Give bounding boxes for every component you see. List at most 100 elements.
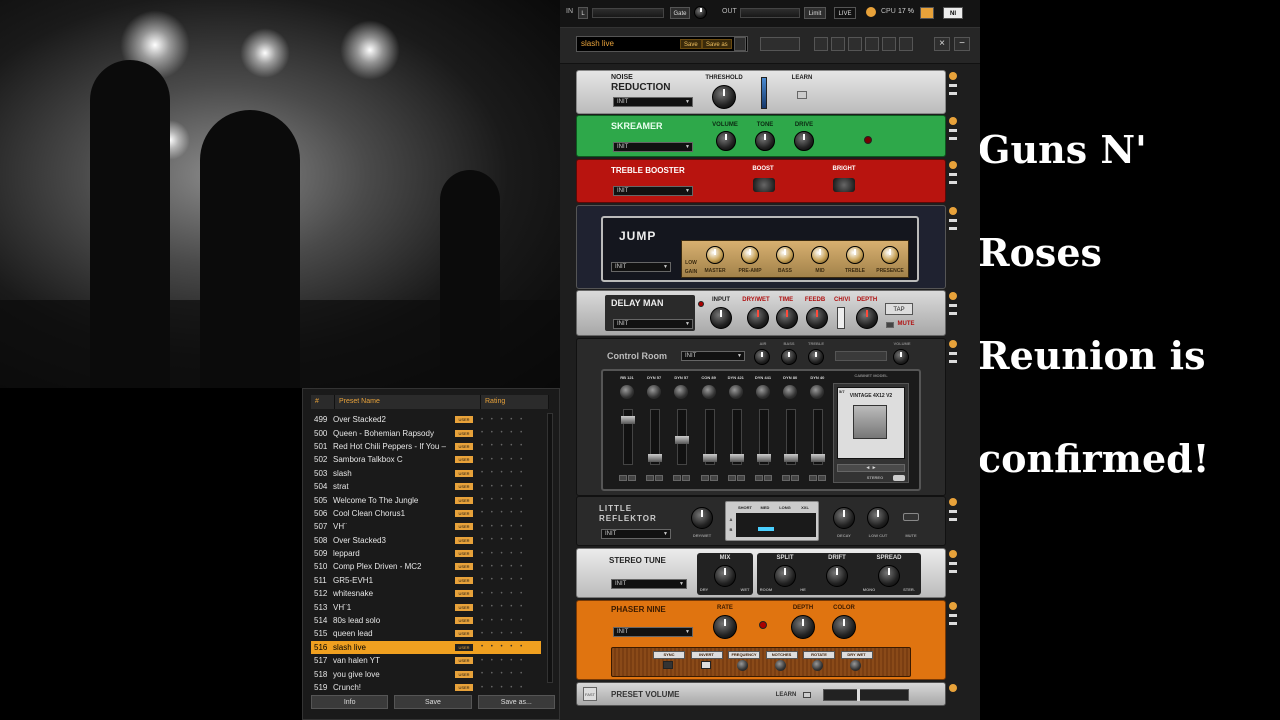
- reflektor-preset-dropdown[interactable]: INIT: [601, 529, 671, 539]
- preset-volume-thumb[interactable]: [857, 689, 860, 701]
- reflektor-selected-cell[interactable]: [758, 527, 774, 531]
- preset-row[interactable]: 509 leppard USER • • • • •: [311, 547, 541, 560]
- stereo-preset-dropdown[interactable]: INIT: [611, 579, 687, 589]
- presence-knob[interactable]: [881, 246, 899, 264]
- channel-fader[interactable]: [621, 409, 635, 465]
- preset-row[interactable]: 508 Over Stacked3 USER • • • • •: [311, 534, 541, 547]
- preset-row[interactable]: 516 slash live USER • • • • •: [311, 640, 541, 655]
- preset-row[interactable]: 504 strat USER • • • • •: [311, 480, 541, 493]
- skreamer-drive-knob[interactable]: [794, 131, 814, 151]
- rating-stars[interactable]: • • • • •: [481, 497, 525, 503]
- preset-row[interactable]: 511 GR5-EVH1 USER • • • • •: [311, 574, 541, 587]
- invert-toggle[interactable]: [700, 661, 711, 669]
- delay-mute-button[interactable]: [886, 322, 894, 328]
- drift-knob[interactable]: [826, 565, 848, 587]
- channel-solo-button[interactable]: [736, 475, 745, 481]
- reflektor-drywet-knob[interactable]: [691, 507, 713, 529]
- preset-row[interactable]: 518 you give love USER • • • • •: [311, 667, 541, 680]
- channel-pan-knob[interactable]: [620, 385, 634, 399]
- channel-fader[interactable]: [702, 409, 717, 465]
- stereo-side-controls[interactable]: [949, 550, 959, 578]
- lowcut-knob[interactable]: [867, 507, 889, 529]
- rating-stars[interactable]: • • • • •: [481, 618, 525, 624]
- delay-depth-knob[interactable]: [856, 307, 878, 329]
- live-button[interactable]: LIVE: [834, 7, 856, 19]
- noise-preset-dropdown[interactable]: INIT: [613, 97, 693, 107]
- preset-row[interactable]: 512 whitesnake USER • • • • •: [311, 587, 541, 600]
- rating-stars[interactable]: • • • • •: [481, 604, 525, 610]
- save-button[interactable]: Save: [394, 695, 472, 709]
- col-header-rating[interactable]: Rating: [481, 395, 549, 409]
- channel-fader[interactable]: [729, 409, 744, 465]
- delay-preset-dropdown[interactable]: INIT: [613, 319, 693, 329]
- rating-stars[interactable]: • • • • •: [481, 577, 525, 583]
- channel-fader[interactable]: [648, 409, 663, 465]
- col-header-name[interactable]: Preset Name: [335, 395, 481, 409]
- tap-button[interactable]: TAP: [885, 303, 913, 315]
- browser-scrollbar[interactable]: [547, 413, 553, 683]
- learn-button[interactable]: [797, 91, 807, 99]
- skreamer-preset-dropdown[interactable]: INIT: [613, 142, 693, 152]
- save-as-button[interactable]: Save as...: [477, 695, 555, 709]
- preset-row[interactable]: 510 Comp Plex Driven - MC2 USER • • • • •: [311, 560, 541, 573]
- treble-side-controls[interactable]: [949, 161, 959, 189]
- rating-stars[interactable]: • • • • •: [481, 564, 525, 570]
- rating-stars[interactable]: • • • • •: [481, 457, 525, 463]
- channel-fader[interactable]: [784, 409, 799, 465]
- skreamer-tone-knob[interactable]: [755, 131, 775, 151]
- preset-row[interactable]: 519 Crunch! USER • • • • •: [311, 681, 541, 694]
- control-room-preset-dropdown[interactable]: INIT: [681, 351, 745, 361]
- rating-stars[interactable]: • • • • •: [481, 644, 525, 650]
- preset-row[interactable]: 500 Queen - Bohemian Rapsody USER • • • • •: [311, 426, 541, 439]
- rating-stars[interactable]: • • • • •: [481, 443, 525, 449]
- mid-knob[interactable]: [811, 246, 829, 264]
- tape-icon[interactable]: [865, 37, 879, 51]
- stereo-toggle[interactable]: [893, 475, 905, 481]
- channel-solo-button[interactable]: [655, 475, 664, 481]
- treble-knob[interactable]: [846, 246, 864, 264]
- reflektor-grid[interactable]: [736, 513, 816, 537]
- edit-icon[interactable]: [899, 37, 913, 51]
- rating-stars[interactable]: • • • • •: [481, 430, 525, 436]
- preset-row[interactable]: 505 Welcome To The Jungle USER • • • • •: [311, 493, 541, 506]
- minimize-icon[interactable]: −: [954, 37, 970, 51]
- cr-bass-knob[interactable]: [781, 349, 797, 365]
- master-knob[interactable]: [706, 246, 724, 264]
- rating-stars[interactable]: • • • • •: [481, 484, 525, 490]
- cr-volume-knob[interactable]: [893, 349, 909, 365]
- tuner-icon[interactable]: [831, 37, 845, 51]
- threshold-knob[interactable]: [712, 85, 736, 109]
- phaser-mini-knob[interactable]: [812, 660, 823, 671]
- rack-tools[interactable]: [760, 37, 800, 51]
- gate-knob[interactable]: [694, 6, 707, 19]
- channel-pan-knob[interactable]: [728, 385, 743, 399]
- preset-row[interactable]: 501 Red Hot Chili Peppers - If You – USER •…: [311, 440, 541, 453]
- delay-side-controls[interactable]: [949, 292, 959, 320]
- phaser-preset-dropdown[interactable]: INIT: [613, 627, 693, 637]
- rating-stars[interactable]: • • • • •: [481, 591, 525, 597]
- channel-solo-button[interactable]: [628, 475, 636, 481]
- channel-mute-button[interactable]: [782, 475, 791, 481]
- channel-mute-button[interactable]: [673, 475, 682, 481]
- control-side-controls[interactable]: [949, 340, 959, 368]
- skreamer-volume-knob[interactable]: [716, 131, 736, 151]
- preset-row[interactable]: 503 slash USER • • • • •: [311, 467, 541, 480]
- phaser-side-controls[interactable]: [949, 602, 959, 630]
- channel-solo-button[interactable]: [682, 475, 691, 481]
- spread-knob[interactable]: [878, 565, 900, 587]
- sync-toggle[interactable]: [663, 661, 673, 669]
- skreamer-side-controls[interactable]: [949, 117, 959, 145]
- channel-mute-button[interactable]: [646, 475, 655, 481]
- preset-icon[interactable]: [882, 37, 896, 51]
- rating-stars[interactable]: • • • • •: [481, 470, 525, 476]
- bass-knob[interactable]: [776, 246, 794, 264]
- noise-side-controls[interactable]: [949, 72, 959, 100]
- preamp-knob[interactable]: [741, 246, 759, 264]
- channel-solo-button[interactable]: [791, 475, 800, 481]
- channel-pan-knob[interactable]: [756, 385, 770, 399]
- preset-row[interactable]: 506 Cool Clean Chorus1 USER • • • • •: [311, 507, 541, 520]
- volume-learn-button[interactable]: [803, 692, 811, 698]
- preset-row[interactable]: 514 80s lead solo USER • • • • •: [311, 614, 541, 627]
- treble-preset-dropdown[interactable]: INIT: [613, 186, 693, 196]
- preset-row[interactable]: 507 VH¨ USER • • • • •: [311, 520, 541, 533]
